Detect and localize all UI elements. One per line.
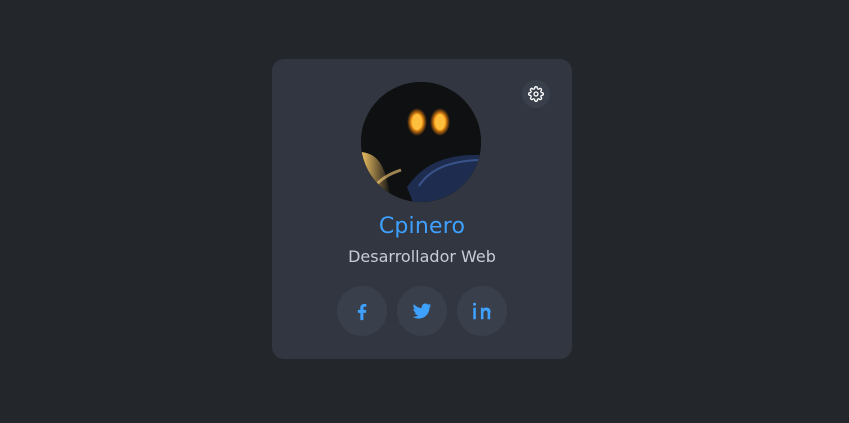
linkedin-icon [473,302,491,320]
linkedin-button[interactable] [457,286,507,336]
facebook-icon [357,303,367,321]
gear-icon [528,86,544,102]
avatar-icon [361,82,481,202]
avatar [361,82,481,202]
profile-card: Cpinero Desarrollador Web [272,59,572,359]
facebook-button[interactable] [337,286,387,336]
settings-button[interactable] [522,80,550,108]
twitter-button[interactable] [397,286,447,336]
social-links [337,286,507,336]
twitter-icon [412,303,432,319]
profile-role: Desarrollador Web [348,247,496,266]
profile-name: Cpinero [378,214,466,239]
